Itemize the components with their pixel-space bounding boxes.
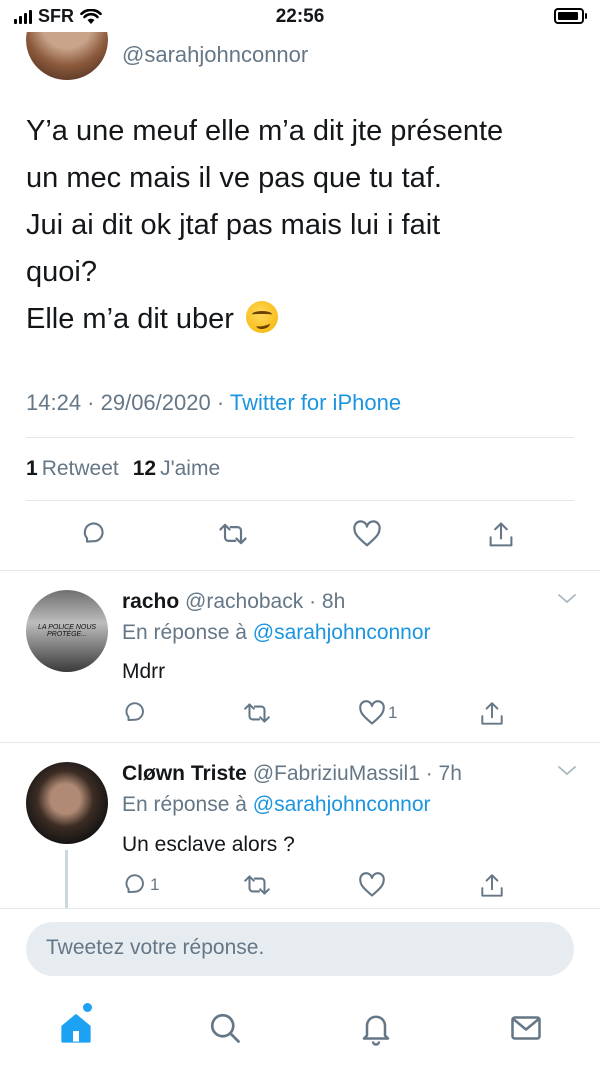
chevron-down-icon[interactable] (556, 764, 578, 778)
tweet-stats: 1 Retweet 12 J'aime (26, 457, 220, 481)
like-count: 1 (388, 703, 398, 722)
share-button[interactable] (479, 872, 505, 900)
tab-search[interactable] (207, 1010, 243, 1051)
heart-icon (353, 520, 381, 547)
author-handle[interactable]: @sarahjohnconnor (122, 42, 308, 68)
bell-icon (362, 1015, 390, 1046)
avatar-graffiti-text: LA POLICE NOUS PROTÈGE... (37, 624, 97, 638)
like-button[interactable]: 1 (358, 700, 397, 726)
reply-button[interactable]: 1 (122, 872, 159, 898)
like-label: J'aime (160, 457, 221, 480)
reply-handle-time[interactable]: @FabriziuMassil1 · 7h (247, 762, 462, 785)
compose-placeholder: Tweetez votre réponse. (46, 936, 265, 959)
reply-header: Cløwn Triste @FabriziuMassil1 · 7h (122, 762, 462, 786)
reply-button[interactable] (80, 520, 108, 548)
reply-handle-time[interactable]: @rachoback · 8h (179, 590, 345, 613)
reply-author-name[interactable]: racho (122, 590, 179, 613)
reply-action-bar: 1 (0, 700, 600, 740)
tweet-text: Y’a une meuf elle m’a dit jte présente u… (26, 108, 581, 343)
share-icon (489, 522, 513, 547)
smirking-face-icon (246, 301, 278, 333)
tweet-meta: 14:24 · 29/06/2020 · Twitter for iPhone (26, 390, 401, 416)
likes-stat[interactable]: 12 J'aime (133, 457, 220, 481)
retweet-button[interactable] (217, 520, 249, 548)
divider (26, 500, 574, 501)
tweet-action-bar (0, 520, 600, 560)
search-icon (210, 1013, 240, 1043)
tab-home[interactable] (58, 1010, 94, 1051)
chevron-down-icon[interactable] (556, 592, 578, 606)
reply-avatar[interactable]: LA POLICE NOUS PROTÈGE... (26, 590, 108, 672)
reply-icon (83, 522, 104, 543)
divider (26, 437, 574, 438)
divider (0, 570, 600, 571)
heart-icon (359, 872, 385, 897)
reply-text: Mdrr (122, 660, 166, 683)
like-count: 12 (132, 457, 157, 480)
clock: 22:56 (275, 6, 325, 27)
retweet-label: Retweet (41, 457, 119, 480)
retweet-icon (244, 875, 270, 895)
retweet-button[interactable] (242, 700, 272, 726)
retweet-count: 1 (26, 457, 38, 480)
retweets-stat[interactable]: 1 Retweet (26, 457, 119, 481)
reply-icon (125, 874, 144, 894)
reply-prefix: En réponse à (122, 621, 253, 644)
share-icon (481, 702, 503, 725)
reply-prefix: En réponse à (122, 793, 253, 816)
reply-icon (125, 702, 144, 722)
reply-mention-link[interactable]: @sarahjohnconnor (253, 793, 431, 816)
reply-context: En réponse à @sarahjohnconnor (122, 621, 431, 645)
reply-action-bar: 1 (0, 872, 600, 912)
battery-icon (554, 8, 587, 24)
status-bar: SFR 22:56 (0, 0, 600, 34)
share-button[interactable] (487, 520, 515, 550)
tab-messages[interactable] (508, 1010, 544, 1051)
reply-mention-link[interactable]: @sarahjohnconnor (253, 621, 431, 644)
share-icon (481, 874, 503, 897)
retweet-button[interactable] (242, 872, 272, 898)
divider (0, 742, 600, 743)
home-icon (61, 1014, 91, 1043)
new-tweets-dot (83, 1003, 92, 1012)
tab-notifications[interactable] (358, 1010, 394, 1051)
like-button[interactable] (352, 520, 382, 548)
reply-avatar[interactable] (26, 762, 108, 844)
reply-text: Un esclave alors ? (122, 833, 295, 856)
retweet-icon (244, 703, 270, 723)
heart-icon (359, 700, 385, 725)
tweet-timestamp: 14:24 · 29/06/2020 · (26, 390, 230, 415)
reply-button[interactable] (122, 700, 150, 726)
retweet-icon (219, 523, 247, 545)
reply-header: racho @rachoback · 8h (122, 590, 345, 614)
like-button[interactable] (358, 872, 388, 898)
mail-icon (511, 1016, 541, 1040)
tweet-source-link[interactable]: Twitter for iPhone (230, 390, 401, 415)
share-button[interactable] (479, 700, 505, 728)
reply-count: 1 (150, 875, 160, 894)
reply-context: En réponse à @sarahjohnconnor (122, 793, 431, 817)
divider (0, 908, 600, 909)
reply-author-name[interactable]: Cløwn Triste (122, 762, 247, 785)
reply-compose-input[interactable]: Tweetez votre réponse. (26, 922, 574, 976)
